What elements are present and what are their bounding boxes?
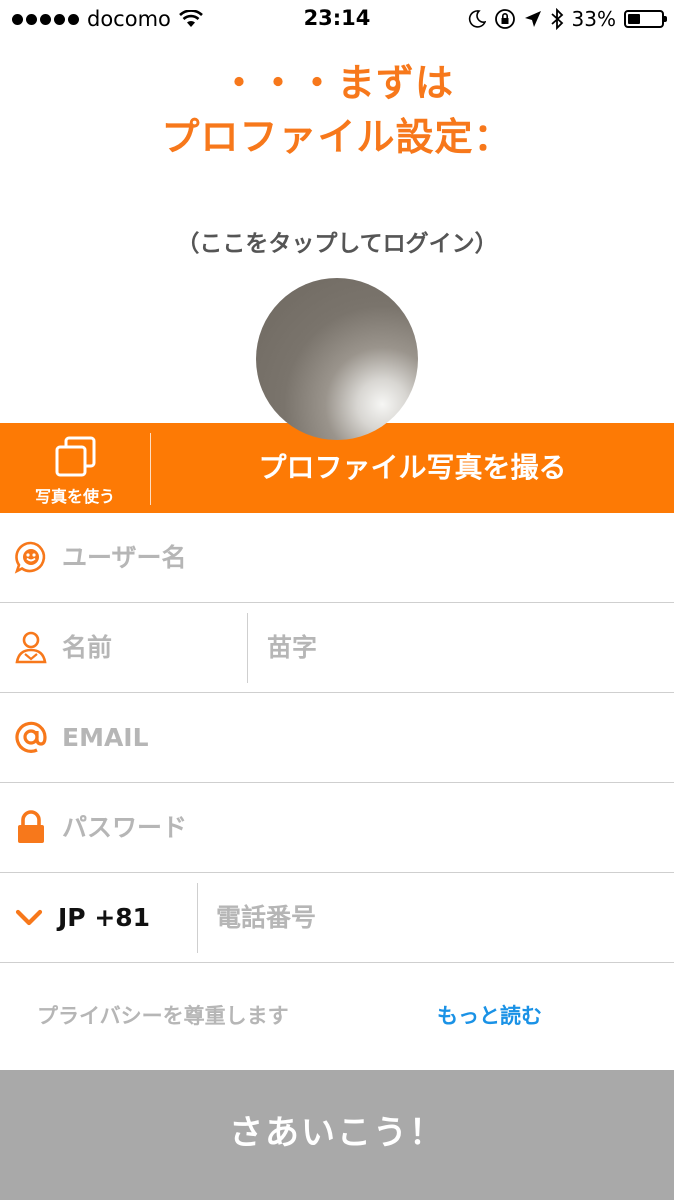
phone-row: JP +81 [0,873,674,963]
field-divider [247,613,248,683]
country-code-selector[interactable]: JP +81 [14,873,150,962]
rotation-lock-icon [494,9,515,29]
use-photo-button[interactable]: 写真を使う [0,423,150,513]
at-sign-icon [15,721,47,753]
page-title-line2: プロファイル設定： [161,115,513,159]
take-photo-button[interactable]: プロファイル写真を撮る [151,423,674,513]
submit-button[interactable]: さあいこう！ [0,1070,674,1200]
page-title-line1: ・・・まずは [219,61,454,105]
email-input[interactable] [62,693,662,782]
read-more-link[interactable]: もっと読む [437,1000,542,1030]
avatar[interactable] [256,278,418,440]
status-right: 33% [468,6,667,32]
password-row [0,783,674,873]
field-divider [197,883,198,953]
location-arrow-icon [524,11,541,27]
person-icon [15,631,47,664]
last-name-input[interactable] [267,603,662,692]
password-input[interactable] [62,783,662,872]
username-row [0,513,674,603]
username-input[interactable] [62,513,662,602]
battery-icon [624,10,667,28]
email-row [0,693,674,783]
privacy-text: プライバシーを尊重します [37,1004,289,1028]
bluetooth-icon [550,8,563,30]
chevron-down-icon [15,909,43,925]
smiley-chat-icon [14,541,46,574]
name-row [0,603,674,693]
status-bar: docomo 23:14 33% [0,0,674,38]
first-name-input[interactable] [62,603,237,692]
lock-icon [18,810,44,843]
avatar-hint[interactable]: （ここをタップしてログイン） [0,224,674,258]
use-photo-label: 写真を使う [34,487,115,506]
country-code-value: JP +81 [58,903,151,932]
photo-stack-icon [55,436,96,477]
phone-input[interactable] [216,873,662,962]
battery-percent: 33% [571,7,616,31]
moon-icon [468,10,486,28]
